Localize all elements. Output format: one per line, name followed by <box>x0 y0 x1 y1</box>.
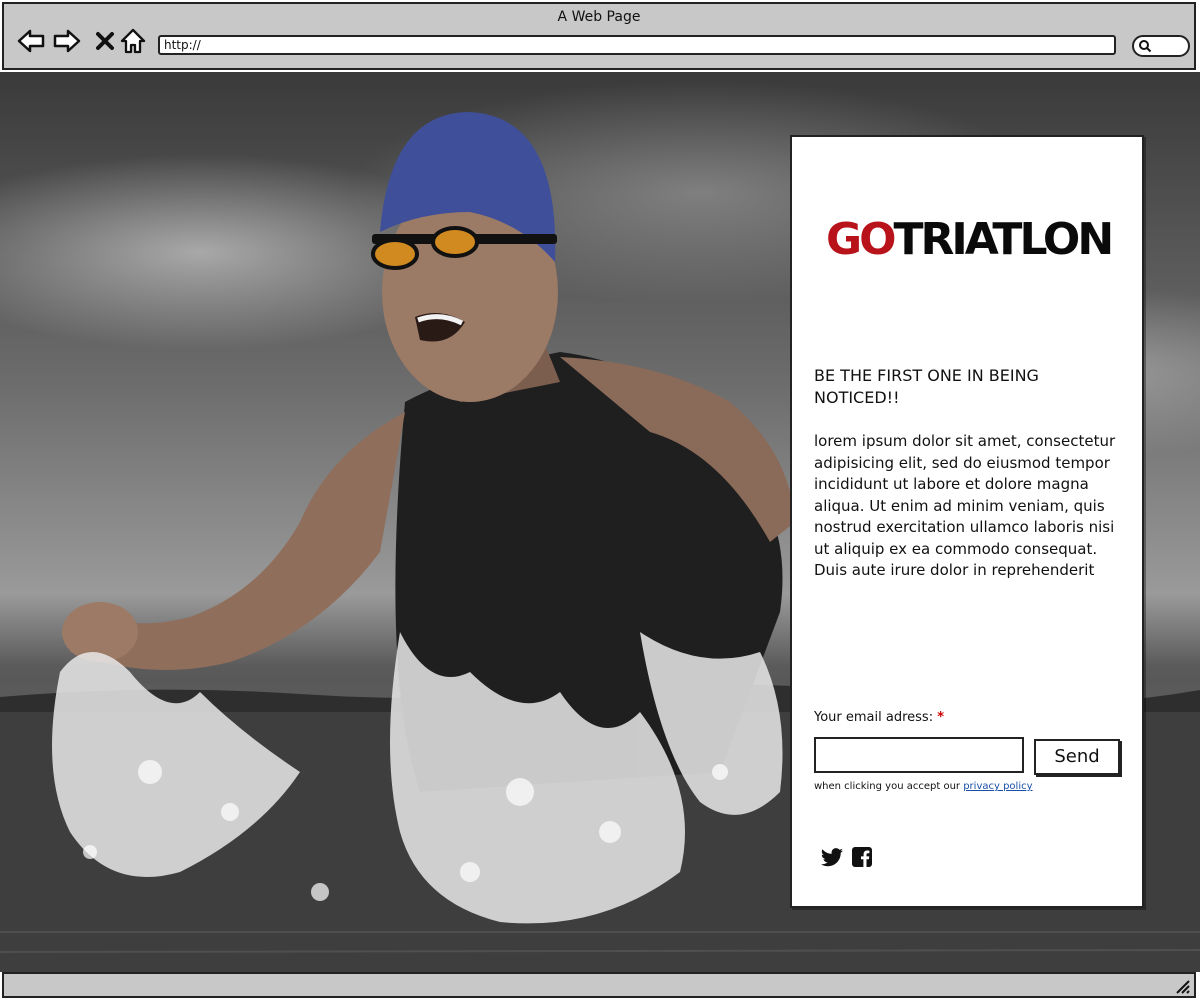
home-icon[interactable] <box>118 26 148 56</box>
browser-statusbar <box>2 972 1196 998</box>
legal-note: when clicking you accept our privacy pol… <box>814 781 1033 792</box>
privacy-policy-link[interactable]: privacy policy <box>963 781 1032 792</box>
browser-search-field[interactable] <box>1132 35 1190 57</box>
email-label-text: Your email adress: <box>814 710 934 725</box>
email-input[interactable] <box>814 737 1024 773</box>
facebook-icon[interactable] <box>850 845 874 869</box>
brand-logo: GOTRIATLON <box>826 214 1115 265</box>
twitter-icon[interactable] <box>820 845 844 869</box>
url-bar[interactable]: http:// <box>158 35 1116 55</box>
search-icon <box>1139 40 1152 53</box>
back-arrow-icon[interactable] <box>16 26 46 56</box>
required-mark: * <box>937 710 945 725</box>
window-title: A Web Page <box>557 9 641 25</box>
logo-go: GO <box>826 214 897 265</box>
send-button[interactable]: Send <box>1034 739 1120 775</box>
logo-triatlon: TRIATLON <box>893 214 1115 265</box>
signup-card: GOTRIATLON BE THE FIRST ONE IN BEING NOT… <box>790 135 1144 908</box>
close-icon[interactable] <box>90 26 120 56</box>
card-headline: BE THE FIRST ONE IN BEING NOTICED!! <box>814 366 1039 407</box>
card-body-text: lorem ipsum dolor sit amet, consectetur … <box>814 432 1116 579</box>
forward-arrow-icon[interactable] <box>52 26 82 56</box>
browser-toolbar: A Web Page http:// <box>2 2 1196 70</box>
email-label: Your email adress: * <box>814 710 944 725</box>
legal-text: when clicking you accept our <box>814 781 961 792</box>
resize-grip-icon[interactable] <box>1174 978 1190 994</box>
